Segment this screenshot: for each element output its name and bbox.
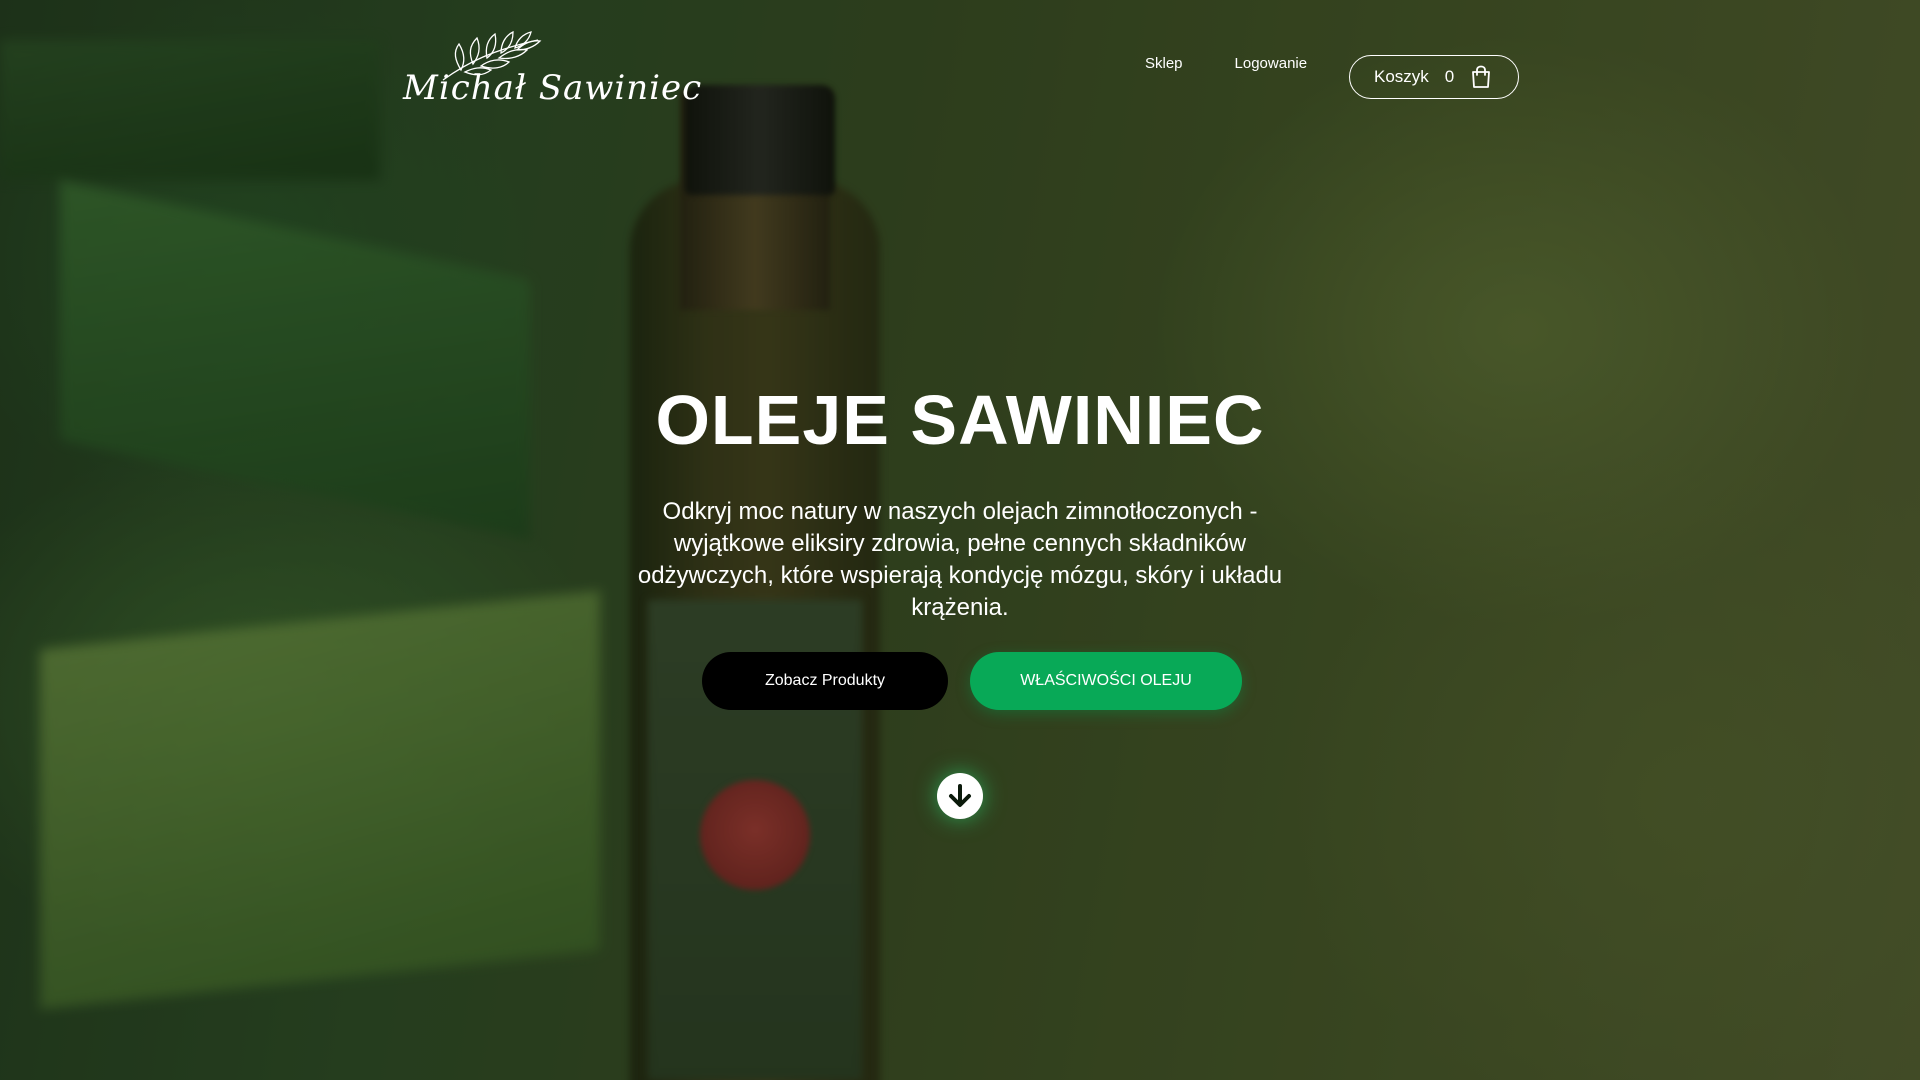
shopping-bag-icon [1472, 65, 1491, 88]
cart-button[interactable]: Koszyk 0 [1349, 55, 1519, 99]
logo[interactable]: Michał Sawiniec [403, 22, 703, 117]
nav-link-shop[interactable]: Sklep [1145, 55, 1183, 72]
logo-text: Michał Sawiniec [403, 68, 703, 108]
cart-label: Koszyk [1374, 67, 1429, 86]
nav-link-login[interactable]: Logowanie [1235, 55, 1308, 72]
hero-description: Odkryj moc natury w naszych olejach zimn… [637, 498, 1283, 621]
view-products-button[interactable]: Zobacz Produkty [702, 652, 948, 710]
oil-properties-button[interactable]: WŁAŚCIWOŚCI OLEJU [970, 652, 1242, 710]
main-nav: Sklep Logowanie [1145, 55, 1307, 72]
hero-title: OLEJE SAWINIEC [655, 381, 1265, 459]
scroll-down-button[interactable] [937, 773, 983, 819]
site-header: Michał Sawiniec Sklep Logowanie Koszyk 0 [0, 0, 1920, 160]
cart-count: 0 [1444, 67, 1455, 86]
arrow-down-circle-icon [949, 784, 971, 807]
